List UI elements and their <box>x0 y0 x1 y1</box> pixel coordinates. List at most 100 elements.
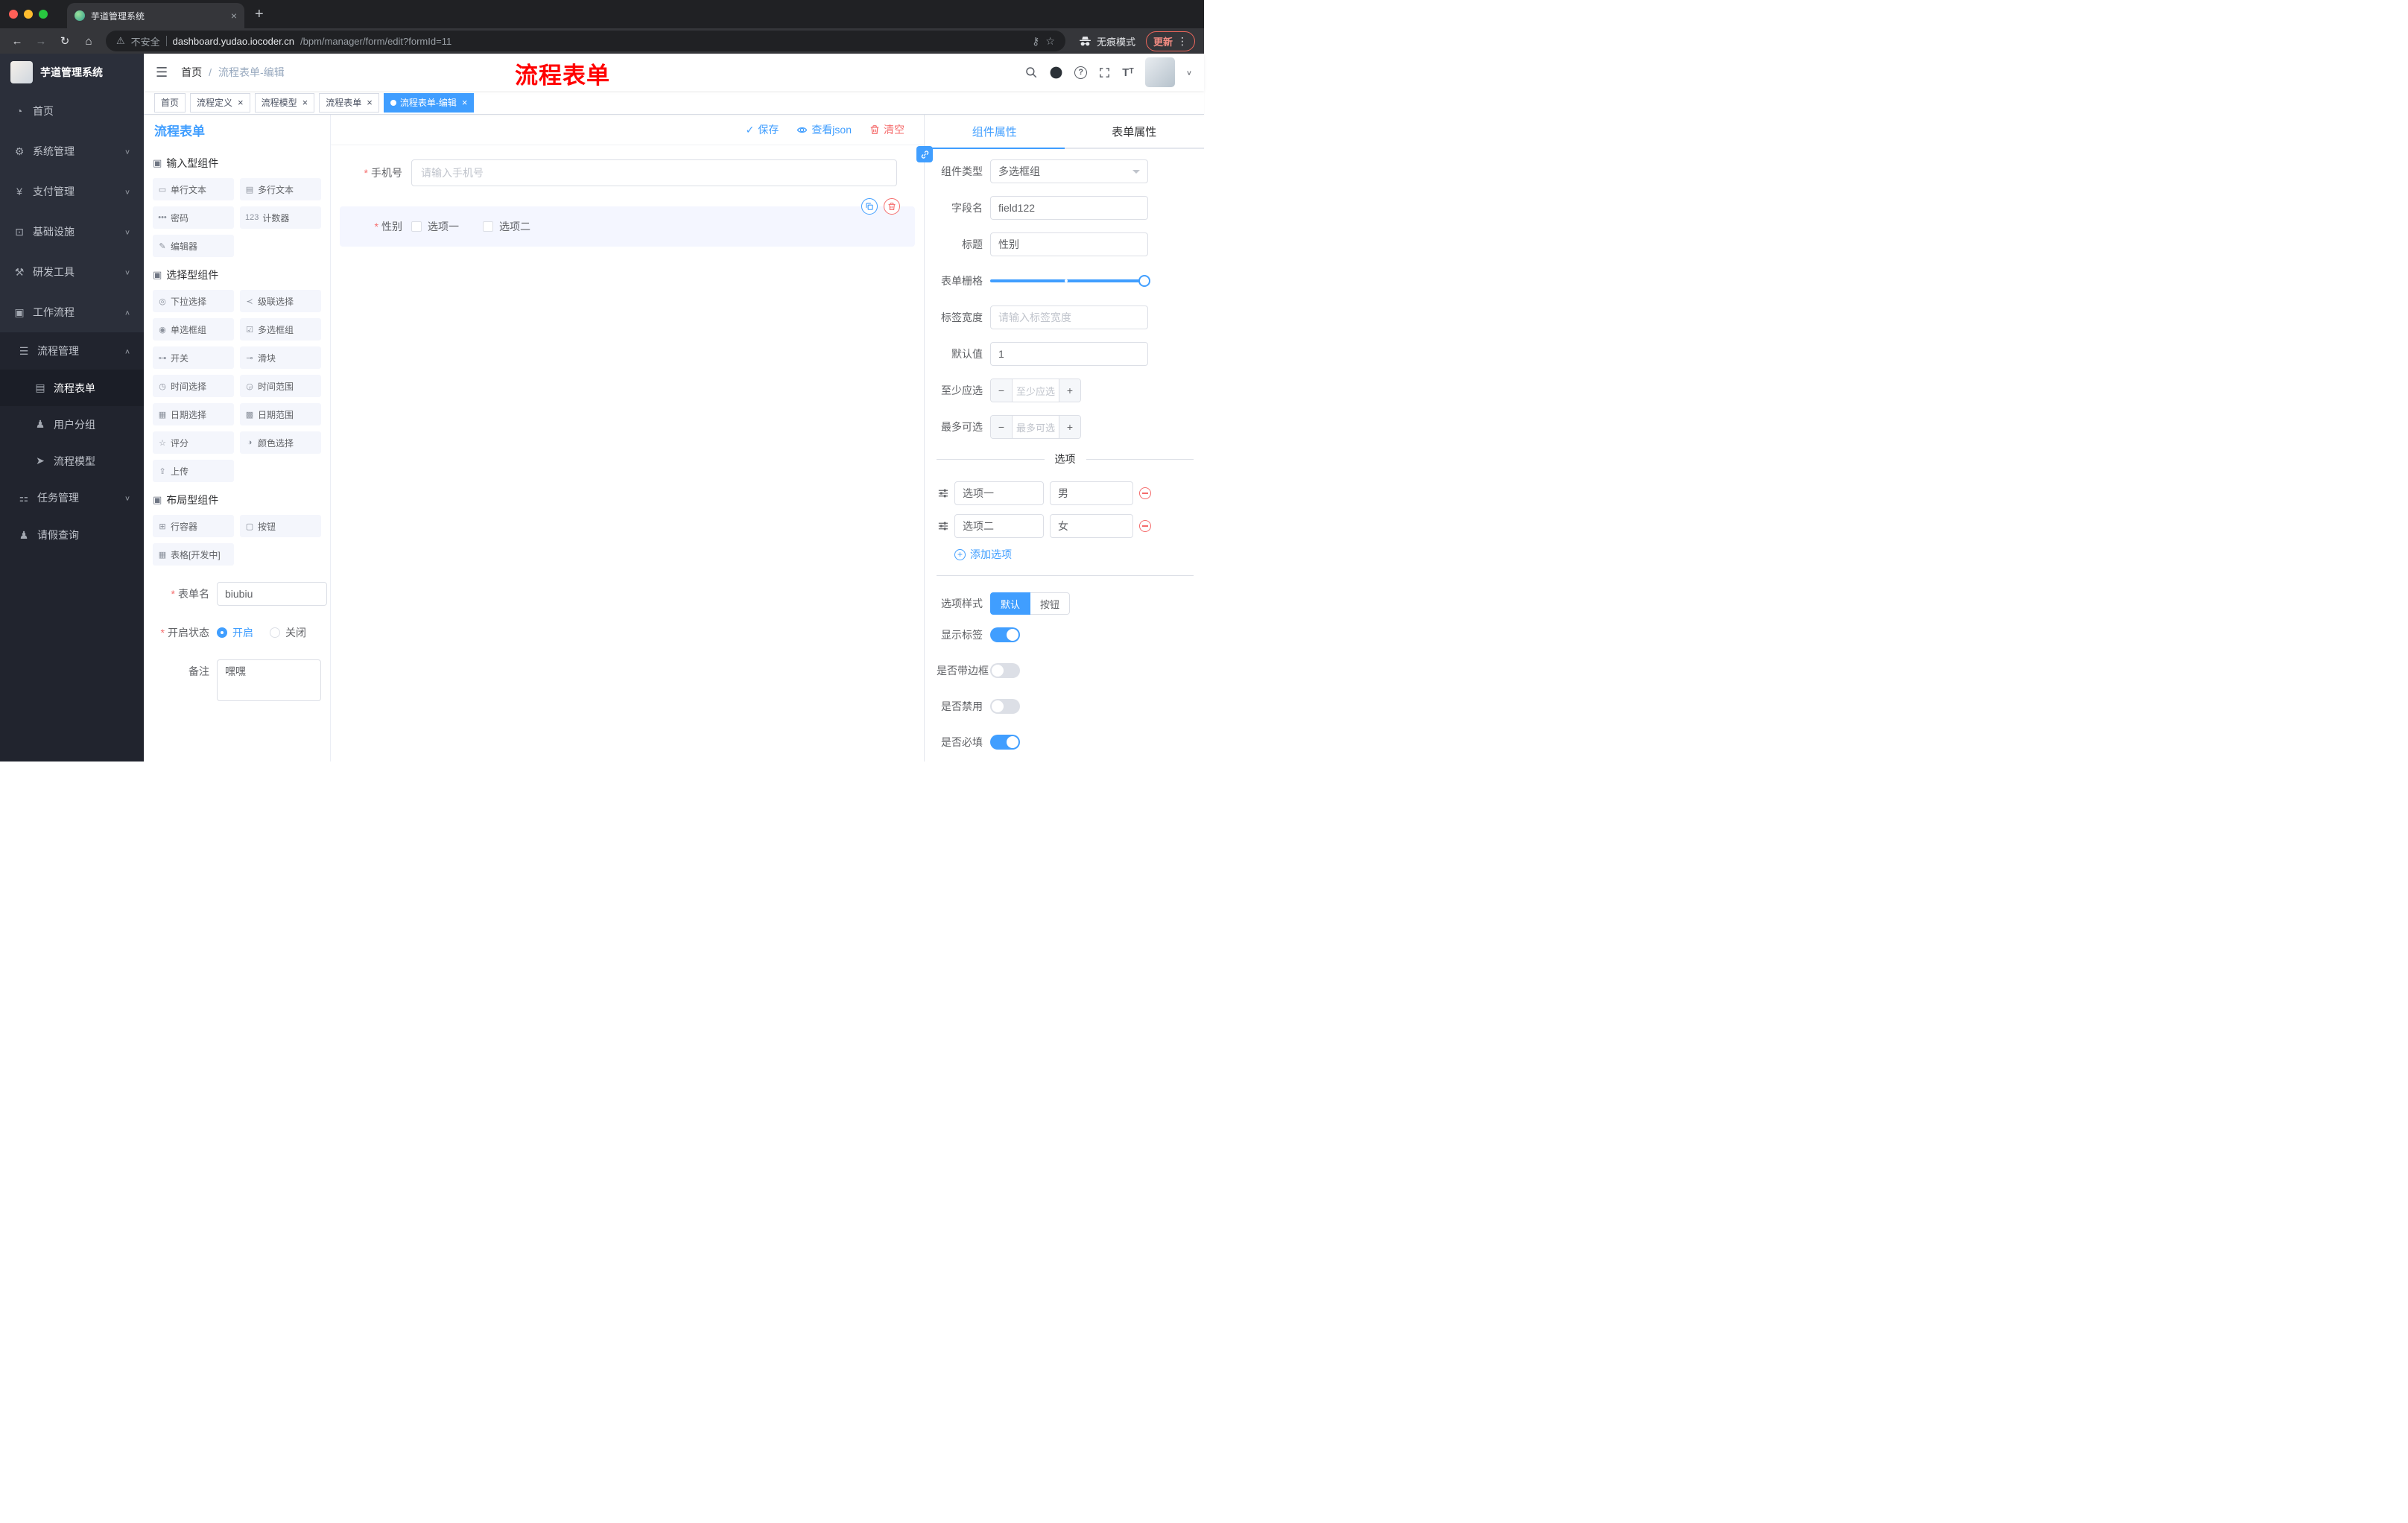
sidebar-item-process-model[interactable]: ➤ 流程模型 <box>0 443 144 479</box>
tag-close-icon[interactable]: × <box>302 98 308 107</box>
github-icon[interactable] <box>1049 66 1063 80</box>
form-name-input[interactable] <box>217 582 327 606</box>
address-bar[interactable]: ⚠ 不安全 dashboard.yudao.iocoder.cn/bpm/man… <box>106 31 1065 51</box>
link-icon[interactable] <box>916 146 933 162</box>
increment-icon[interactable]: + <box>1059 379 1080 402</box>
tag-process-model[interactable]: 流程模型 × <box>254 92 315 113</box>
home-icon[interactable]: ⌂ <box>79 35 98 48</box>
window-minimize-button[interactable] <box>24 10 33 19</box>
font-size-icon[interactable]: Tᵀ <box>1122 66 1134 79</box>
tab-form-props[interactable]: 表单属性 <box>1065 115 1205 148</box>
title-input[interactable] <box>990 232 1148 256</box>
sidebar-item-process-form[interactable]: ▤ 流程表单 <box>0 370 144 406</box>
status-on-radio[interactable]: 开启 <box>217 625 253 640</box>
increment-icon[interactable]: + <box>1059 416 1080 438</box>
remove-option-icon[interactable] <box>1139 520 1151 532</box>
field-name-input[interactable] <box>990 196 1148 220</box>
avatar-caret-icon[interactable]: ∨ <box>1186 69 1192 77</box>
palette-item-rate[interactable]: ☆ 评分 <box>153 431 234 454</box>
tag-home[interactable]: 首页 <box>154 92 186 113</box>
option-value-input[interactable] <box>1050 514 1133 538</box>
browser-update-button[interactable]: 更新 ⋮ <box>1145 31 1195 51</box>
delete-field-button[interactable] <box>884 198 900 215</box>
tag-process-form-edit[interactable]: 流程表单-编辑 × <box>383 92 475 113</box>
palette-item-cascader[interactable]: ≺ 级联选择 <box>240 290 321 312</box>
tag-close-icon[interactable]: × <box>367 98 373 107</box>
sidebar-item-home[interactable]: ◔ 首页 <box>0 91 144 131</box>
clear-button[interactable]: 清空 <box>869 122 904 137</box>
palette-item-password[interactable]: ••• 密码 <box>153 206 234 229</box>
forward-icon[interactable]: → <box>31 35 51 48</box>
grid-slider[interactable] <box>990 269 1150 293</box>
reload-icon[interactable]: ↻ <box>55 34 75 48</box>
palette-item-counter[interactable]: 123 计数器 <box>240 206 321 229</box>
sidebar-item-task-management[interactable]: ⚏ 任务管理 ∨ <box>0 479 144 516</box>
password-key-icon[interactable]: ⚷ <box>1032 35 1039 48</box>
palette-item-slider[interactable]: ⊸ 滑块 <box>240 346 321 369</box>
component-type-select[interactable]: 多选框组 <box>990 159 1148 183</box>
save-button[interactable]: ✓ 保存 <box>746 122 779 137</box>
tag-process-form[interactable]: 流程表单 × <box>319 92 379 113</box>
option-style-default-button[interactable]: 默认 <box>990 592 1031 615</box>
phone-input[interactable] <box>411 159 897 186</box>
help-icon[interactable]: ? <box>1074 66 1088 79</box>
checkbox-option-two[interactable]: 选项二 <box>483 219 530 234</box>
tab-close-icon[interactable]: × <box>231 10 237 21</box>
window-close-button[interactable] <box>9 10 18 19</box>
palette-item-checkbox-group[interactable]: ☑ 多选框组 <box>240 318 321 341</box>
palette-item-single-line-text[interactable]: ▭ 单行文本 <box>153 178 234 200</box>
window-zoom-button[interactable] <box>39 10 48 19</box>
required-switch[interactable] <box>990 735 1020 750</box>
sidebar-item-devtools[interactable]: ⚒ 研发工具 ∨ <box>0 252 144 292</box>
decrement-icon[interactable]: − <box>991 379 1013 402</box>
palette-item-table[interactable]: ▦ 表格[开发中] <box>153 543 234 566</box>
palette-item-time-range[interactable]: ◶ 时间范围 <box>240 375 321 397</box>
sidebar-item-workflow[interactable]: ▣ 工作流程 ∧ <box>0 292 144 332</box>
tag-close-icon[interactable]: × <box>462 98 468 107</box>
palette-item-time-picker[interactable]: ◷ 时间选择 <box>153 375 234 397</box>
copy-field-button[interactable] <box>861 198 878 215</box>
add-option-button[interactable]: + 添加选项 <box>954 547 1194 562</box>
status-off-radio[interactable]: 关闭 <box>270 625 306 640</box>
sidebar-item-leave-query[interactable]: ♟ 请假查询 <box>0 516 144 554</box>
fullscreen-icon[interactable] <box>1098 66 1111 79</box>
form-remark-textarea[interactable]: 嘿嘿 <box>217 659 321 701</box>
drag-handle-icon[interactable] <box>938 521 948 531</box>
min-select-value[interactable]: 至少应选 <box>1013 379 1059 402</box>
palette-item-select[interactable]: ◎ 下拉选择 <box>153 290 234 312</box>
view-json-button[interactable]: 查看json <box>796 122 852 137</box>
decrement-icon[interactable]: − <box>991 416 1013 438</box>
hamburger-icon[interactable]: ☰ <box>156 65 168 80</box>
option-style-button-button[interactable]: 按钮 <box>1030 592 1071 615</box>
palette-item-multi-line-text[interactable]: ▤ 多行文本 <box>240 178 321 200</box>
search-icon[interactable] <box>1024 66 1038 79</box>
option-label-input[interactable] <box>954 514 1044 538</box>
option-label-input[interactable] <box>954 481 1044 505</box>
sidebar-item-process-management[interactable]: ☰ 流程管理 ∧ <box>0 332 144 370</box>
border-switch[interactable] <box>990 663 1020 678</box>
disabled-switch[interactable] <box>990 699 1020 714</box>
canvas-field-gender-selected[interactable]: 性别 选项一 选项二 <box>340 198 915 247</box>
checkbox-icon[interactable] <box>483 221 493 232</box>
label-width-input[interactable] <box>990 305 1148 329</box>
browser-tab[interactable]: 芋道管理系统 × <box>67 3 244 28</box>
palette-item-date-range[interactable]: ▩ 日期范围 <box>240 403 321 425</box>
back-icon[interactable]: ← <box>7 35 27 48</box>
palette-item-button[interactable]: ▢ 按钮 <box>240 515 321 537</box>
canvas-field-phone[interactable]: 手机号 <box>340 156 915 190</box>
default-value-input[interactable] <box>990 342 1148 366</box>
tab-component-props[interactable]: 组件属性 <box>925 115 1065 149</box>
palette-item-upload[interactable]: ⇪ 上传 <box>153 460 234 482</box>
remove-option-icon[interactable] <box>1139 487 1151 499</box>
breadcrumb-home[interactable]: 首页 <box>181 65 202 80</box>
palette-item-switch[interactable]: ⊶ 开关 <box>153 346 234 369</box>
browser-menu-icon[interactable]: ⋮ <box>1177 35 1188 48</box>
bookmark-star-icon[interactable]: ☆ <box>1045 35 1055 48</box>
show-label-switch[interactable] <box>990 627 1020 642</box>
checkbox-option-one[interactable]: 选项一 <box>411 219 459 234</box>
palette-item-color-picker[interactable]: ◑ 颜色选择 <box>240 431 321 454</box>
option-value-input[interactable] <box>1050 481 1133 505</box>
user-avatar[interactable] <box>1144 57 1175 87</box>
sidebar-item-system[interactable]: ⚙ 系统管理 ∨ <box>0 131 144 171</box>
sidebar-item-payment[interactable]: ¥ 支付管理 ∨ <box>0 171 144 212</box>
